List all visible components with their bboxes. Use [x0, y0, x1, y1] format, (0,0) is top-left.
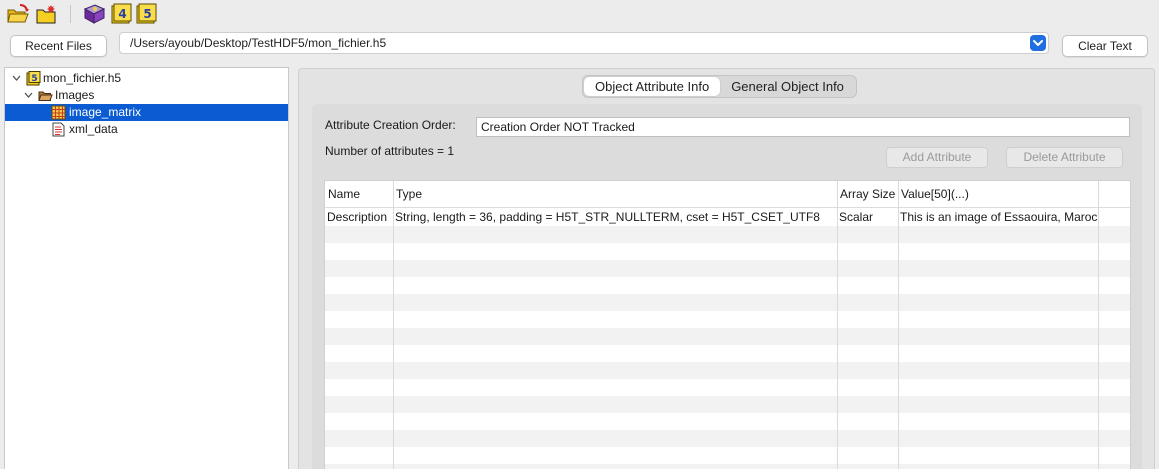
- column-divider[interactable]: [837, 181, 838, 469]
- toolbar-separator: [70, 5, 71, 23]
- empty-row: [325, 379, 1130, 396]
- column-divider[interactable]: [898, 181, 899, 469]
- tab-object-attribute-info[interactable]: Object Attribute Info: [584, 77, 721, 96]
- column-header-name[interactable]: Name: [325, 181, 393, 208]
- hdf4-library-icon[interactable]: 4: [110, 3, 134, 25]
- tab-general-object-info[interactable]: General Object Info: [720, 77, 855, 96]
- file-path-value: /Users/ayoub/Desktop/TestHDF5/mon_fichie…: [130, 36, 387, 50]
- empty-row: [325, 243, 1130, 260]
- cell-type: String, length = 36, padding = H5T_STR_N…: [395, 210, 820, 224]
- svg-text:5: 5: [31, 74, 37, 84]
- column-divider[interactable]: [1098, 181, 1099, 469]
- info-tabs: Object Attribute Info General Object Inf…: [582, 75, 857, 98]
- tree-item-group-images[interactable]: Images: [5, 87, 288, 104]
- cell-name: Description: [327, 210, 388, 224]
- svg-text:5: 5: [143, 7, 151, 21]
- empty-row: [325, 362, 1130, 379]
- empty-row: [325, 226, 1130, 243]
- chevron-down-icon[interactable]: [1030, 35, 1046, 51]
- tree-item-label: Images: [55, 88, 95, 102]
- new-folder-icon[interactable]: [35, 3, 59, 25]
- recent-files-button[interactable]: Recent Files: [10, 35, 107, 57]
- tree-item-xml-data[interactable]: xml_data: [5, 121, 288, 138]
- creation-order-field: Creation Order NOT Tracked: [476, 117, 1130, 137]
- empty-row: [325, 430, 1130, 447]
- column-header-value[interactable]: Value[50](...): [898, 181, 1098, 208]
- open-folder-icon: [38, 91, 53, 101]
- empty-row: [325, 260, 1130, 277]
- expand-toggle-icon[interactable]: [24, 92, 33, 99]
- attribute-count: Number of attributes = 1: [325, 144, 455, 158]
- delete-attribute-button[interactable]: Delete Attribute: [1006, 147, 1123, 168]
- creation-order-label: Attribute Creation Order:: [325, 118, 456, 132]
- cell-value: This is an image of Essaouira, Maroc: [900, 210, 1098, 224]
- image-dataset-icon: [51, 105, 66, 120]
- hdf5-file-icon: 5: [26, 71, 41, 86]
- empty-row: [325, 328, 1130, 345]
- column-divider[interactable]: [393, 181, 394, 469]
- tree-item-label: xml_data: [69, 122, 118, 136]
- file-tree: 5 mon_fichier.h5 Images image_matrix xml…: [4, 67, 289, 469]
- svg-text:4: 4: [118, 7, 126, 21]
- clear-text-button[interactable]: Clear Text: [1062, 35, 1148, 57]
- column-header-array-size[interactable]: Array Size: [837, 181, 898, 208]
- attribute-panel: Attribute Creation Order: Creation Order…: [312, 104, 1142, 469]
- empty-row: [325, 413, 1130, 430]
- empty-row: [325, 277, 1130, 294]
- cell-array-size: Scalar: [839, 210, 874, 224]
- tree-item-label: image_matrix: [69, 105, 142, 119]
- empty-row: [325, 447, 1130, 464]
- column-header-type[interactable]: Type: [393, 181, 837, 208]
- empty-row: [325, 311, 1130, 328]
- tree-item-image-matrix[interactable]: image_matrix: [5, 104, 288, 121]
- attribute-table: Name Type Array Size Value[50](...) Desc…: [324, 180, 1131, 469]
- column-header-empty: [1098, 181, 1130, 208]
- toolbar: 4 5: [0, 0, 1159, 30]
- open-file-icon[interactable]: [6, 3, 30, 25]
- table-row[interactable]: Description String, length = 36, padding…: [325, 209, 1130, 226]
- empty-row: [325, 345, 1130, 362]
- tree-item-root[interactable]: 5 mon_fichier.h5: [5, 70, 288, 87]
- file-path-select[interactable]: /Users/ayoub/Desktop/TestHDF5/mon_fichie…: [119, 32, 1049, 54]
- empty-row: [325, 294, 1130, 311]
- expand-toggle-icon[interactable]: [12, 75, 21, 82]
- empty-row: [325, 396, 1130, 413]
- hdf5-library-icon[interactable]: 5: [135, 3, 159, 25]
- add-attribute-button[interactable]: Add Attribute: [886, 147, 988, 168]
- empty-row: [325, 464, 1130, 469]
- text-dataset-icon: [52, 122, 65, 137]
- help-book-icon[interactable]: [82, 3, 106, 25]
- tree-item-label: mon_fichier.h5: [43, 71, 122, 85]
- object-info-pane: Object Attribute Info General Object Inf…: [298, 68, 1155, 469]
